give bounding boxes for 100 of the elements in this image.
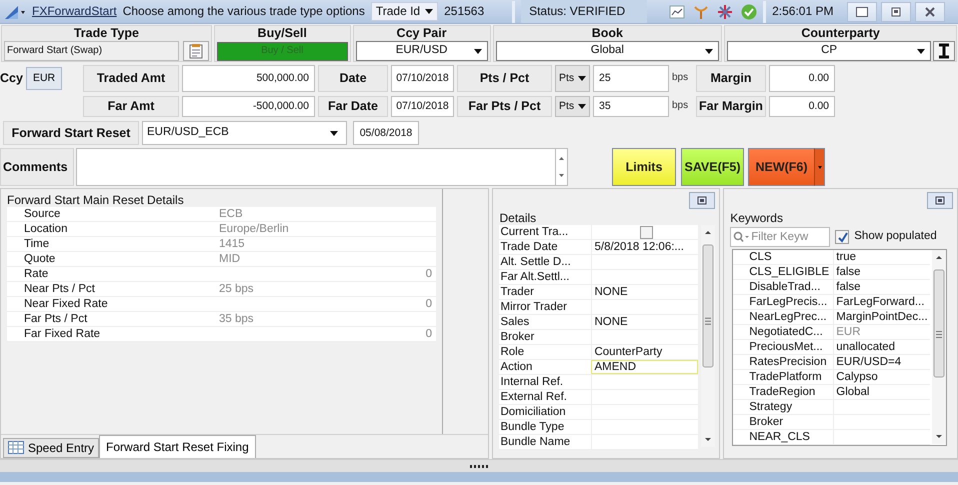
checkbox[interactable] [640,226,654,240]
caret-icon [425,8,434,14]
antenna-icon[interactable] [693,4,710,20]
row-label: Sales [499,315,530,330]
minimize-button[interactable] [847,2,878,22]
margin-field[interactable]: 0.00 [769,65,835,92]
row-value: unallocated [833,340,930,354]
hint-text: Choose among the various trade type options [122,4,365,19]
field-label: Ccy [0,70,23,86]
row-label: Alt. Settle D... [499,255,572,270]
row-value[interactable]: 5/8/2018 12:06:... [591,240,698,254]
row-value: 1415 [219,237,246,252]
currency-button[interactable]: EUR [26,67,62,90]
row-label: Quote [23,252,56,266]
row-label: Internal Ref. [499,375,564,390]
row-label: CLS_ELIGIBLE [748,265,830,280]
picker-button[interactable] [182,41,209,61]
row-label: Far Alt.Settl... [499,270,571,284]
row-value: EUR [833,325,930,340]
unit-dropdown[interactable]: Pts [555,96,590,117]
field-label: Far Margin [696,96,766,117]
row-label: Strategy [748,400,794,414]
save-button[interactable]: SAVE(F5) [681,148,744,186]
maximize-icon [890,6,902,16]
scrollbar[interactable] [932,250,946,444]
points-field[interactable]: 35 [593,96,669,117]
row-value: MarginPointDec... [833,310,930,324]
maximize-button[interactable] [689,192,716,209]
maximize-button[interactable] [881,2,912,22]
field-label: Far Date [318,96,388,117]
row-value: Europe/Berlin [219,222,290,236]
field-label: Far Pts / Pct [457,96,552,117]
margin-field[interactable]: 0.00 [769,96,835,117]
row-label: Broker [499,330,536,344]
trade-id-dropdown[interactable]: Trade Id [370,2,438,21]
row-value: MID [219,252,242,266]
spark-icon[interactable] [717,4,734,20]
dropdown[interactable]: CP [727,41,931,61]
dropdown[interactable]: Global [496,41,720,61]
check-icon[interactable] [741,4,758,20]
column-header: Counterparty [800,26,881,41]
trade-type-field[interactable]: Forward Start (Swap) [4,41,179,61]
grip-icon[interactable] [470,464,488,468]
title-link[interactable]: FXForwardStart [32,4,117,19]
caret-icon [917,49,925,54]
amount-field[interactable]: 500,000.00 [182,65,315,92]
row-label: Trade Date [499,240,559,254]
row-label: External Ref. [499,390,568,404]
logo-icon[interactable] [4,4,26,20]
maximize-button[interactable] [927,192,953,209]
checkbox[interactable] [835,230,850,244]
row-value: EUR/USD=4 [833,355,930,370]
row-label: DisableTrad... [748,280,822,294]
dropdown[interactable]: EUR/USD [356,41,488,61]
row-value[interactable]: CounterParty [591,345,698,360]
search-icon [733,231,750,244]
amount-field[interactable]: -500,000.00 [182,96,315,117]
field-label: Comments [0,148,74,186]
field-label: Pts / Pct [457,65,552,92]
reset-dropdown[interactable]: EUR/USD_ECB [142,121,347,145]
close-icon [924,6,936,16]
text-edit-button[interactable] [933,41,955,61]
row-label: FarLegPrecis... [748,295,828,310]
trade-id: 251563 [444,4,486,19]
row-label: Location [23,222,68,236]
filter-field[interactable]: Filter Keyw [730,227,830,248]
caret-icon [330,130,338,136]
row-label: Domiciliation [499,405,567,420]
points-field[interactable]: 25 [593,65,669,92]
column-header: Book [590,26,624,41]
row-label: Broker [748,415,784,430]
row-label: Bundle Name [499,435,572,450]
row-value[interactable]: NONE [591,315,698,330]
tab[interactable]: Speed Entry [3,438,100,458]
unit-dropdown[interactable]: Pts [555,65,590,92]
column-header: Ccy Pair [396,26,448,41]
panel-title: Keywords [729,211,784,226]
field-label: Far Amt [83,96,179,117]
date-field[interactable]: 07/10/2018 [391,96,454,117]
row-label: NegotiatedC... [748,325,824,340]
field-label: Forward Start Reset [3,121,139,145]
comments-field[interactable] [76,148,556,186]
row-label: Time [23,237,50,252]
row-value[interactable]: AMEND [591,360,698,374]
limits-button[interactable]: Limits [612,148,676,186]
row-value[interactable]: NONE [591,285,698,300]
row-label: Rate [23,267,50,282]
row-value: false [833,265,930,280]
reset-date-field[interactable]: 05/08/2018 [353,121,419,145]
status-text: Status: VERIFIED [521,0,648,23]
maximize-icon [697,196,708,205]
column-header: Buy/Sell [256,26,308,42]
field-label: Traded Amt [83,65,179,92]
close-button[interactable] [915,2,946,22]
maximize-icon [935,196,945,205]
new-button[interactable]: NEW(F6) [748,148,814,186]
row-label: Far Fixed Rate [23,327,102,342]
tab[interactable]: Forward Start Reset Fixing [99,434,256,458]
chart-icon[interactable] [669,4,686,18]
date-field[interactable]: 07/10/2018 [391,65,454,92]
